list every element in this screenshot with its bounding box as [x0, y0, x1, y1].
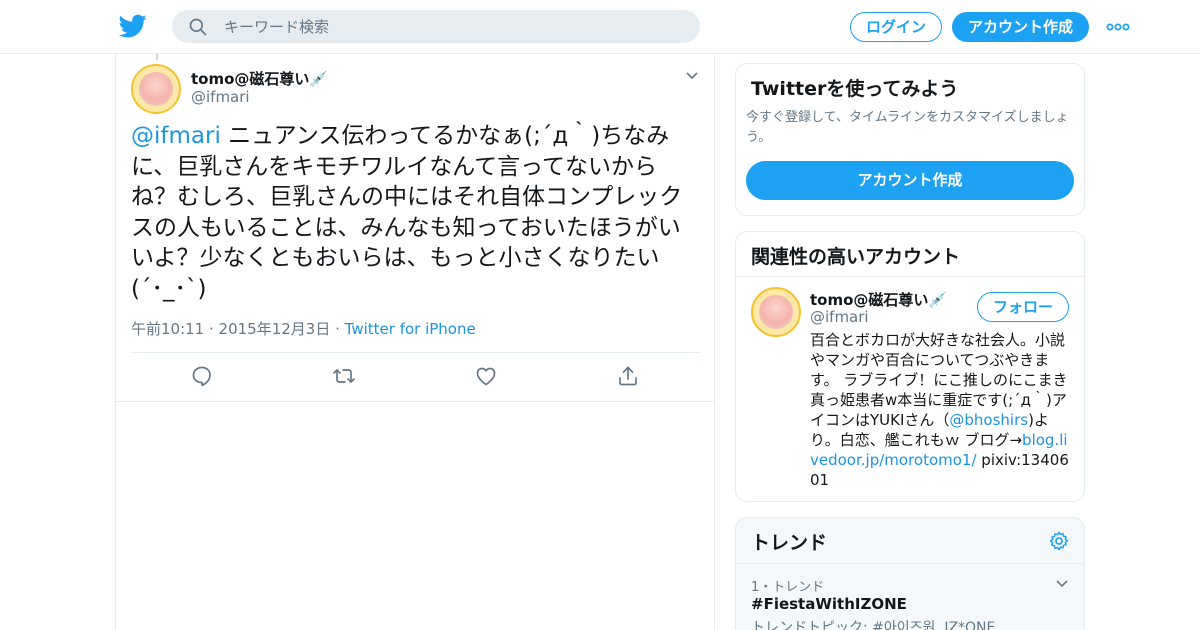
signup-card-description: 今すぐ登録して、タイムラインをカスタマイズしましょう。 — [746, 110, 1069, 145]
signup-card: Twitterを使ってみよう 今すぐ登録して、タイムラインをカスタマイズしましょ… — [735, 63, 1085, 216]
avatar[interactable] — [751, 287, 801, 337]
trends-card: トレンド 1・トレンド #FiestaWithIZONE トレンドトピック: #… — [735, 517, 1085, 630]
avatar[interactable] — [131, 64, 181, 114]
related-account-name[interactable]: tomo@磁石尊い💉 — [810, 289, 947, 310]
reply-icon[interactable] — [190, 364, 214, 388]
like-heart-icon[interactable] — [474, 364, 498, 388]
chevron-down-icon[interactable] — [1054, 576, 1070, 592]
related-account-handle[interactable]: @ifmari — [810, 308, 869, 326]
settings-gear-icon[interactable] — [1048, 530, 1070, 552]
related-accounts-card: 関連性の高いアカウント tomo@磁石尊い💉 @ifmari フォロー 百合とボ… — [735, 231, 1085, 502]
author-name[interactable]: tomo@磁石尊い💉 — [191, 68, 328, 89]
signup-button[interactable]: アカウント作成 — [952, 12, 1089, 42]
more-options-icon[interactable] — [1106, 18, 1130, 36]
search-input[interactable]: キーワード検索 — [224, 18, 329, 36]
share-icon[interactable] — [616, 364, 640, 388]
search-icon — [189, 18, 207, 36]
signup-card-button[interactable]: アカウント作成 — [746, 161, 1074, 200]
trends-title: トレンド — [751, 532, 828, 554]
tweet-source[interactable]: Twitter for iPhone — [345, 320, 476, 338]
divider — [736, 563, 1084, 564]
trend-topic: トレンドトピック: #아이즈원, IZ*ONE — [751, 620, 996, 630]
related-account-bio: 百合とボカロが大好きな社会人。小説やマンガや百合についてつぶやきます。 ラブライ… — [810, 330, 1072, 490]
trend-rank: 1・トレンド — [751, 580, 825, 595]
author-handle[interactable]: @ifmari — [191, 88, 250, 106]
divider — [736, 276, 1084, 277]
login-button[interactable]: ログイン — [850, 12, 942, 42]
chevron-down-icon[interactable] — [684, 68, 700, 84]
mention-link[interactable]: @ifmari — [131, 123, 221, 149]
tweet-actions — [116, 364, 714, 392]
bio-mention-link[interactable]: @bhoshirs — [949, 411, 1028, 429]
search-box[interactable]: キーワード検索 — [172, 10, 700, 43]
follow-button[interactable]: フォロー — [977, 292, 1069, 322]
tweet-text: @ifmari ニュアンス伝わってるかなぁ(;´д｀)ちなみに、巨乳さんをキモチ… — [131, 121, 691, 304]
tweet-column: tomo@磁石尊い💉 @ifmari @ifmari ニュアンス伝わってるかなぁ… — [115, 54, 715, 630]
twitter-logo-icon[interactable] — [119, 12, 147, 40]
divider — [116, 401, 714, 402]
tweet-meta: 午前10:11 · 2015年12月3日 · Twitter for iPhon… — [131, 318, 476, 339]
timestamp[interactable]: 午前10:11 · 2015年12月3日 — [131, 320, 330, 338]
related-accounts-title: 関連性の高いアカウント — [751, 246, 961, 268]
top-navigation-bar: キーワード検索 ログイン アカウント作成 — [0, 0, 1200, 54]
retweet-icon[interactable] — [332, 364, 356, 388]
trend-hashtag[interactable]: #FiestaWithIZONE — [751, 595, 907, 613]
divider — [131, 352, 700, 353]
tweet-body: ニュアンス伝わってるかなぁ(;´д｀)ちなみに、巨乳さんをキモチワルイなんて言っ… — [131, 123, 683, 302]
thread-connector — [156, 54, 158, 60]
signup-card-title: Twitterを使ってみよう — [751, 78, 959, 100]
meta-separator: · — [330, 320, 345, 338]
